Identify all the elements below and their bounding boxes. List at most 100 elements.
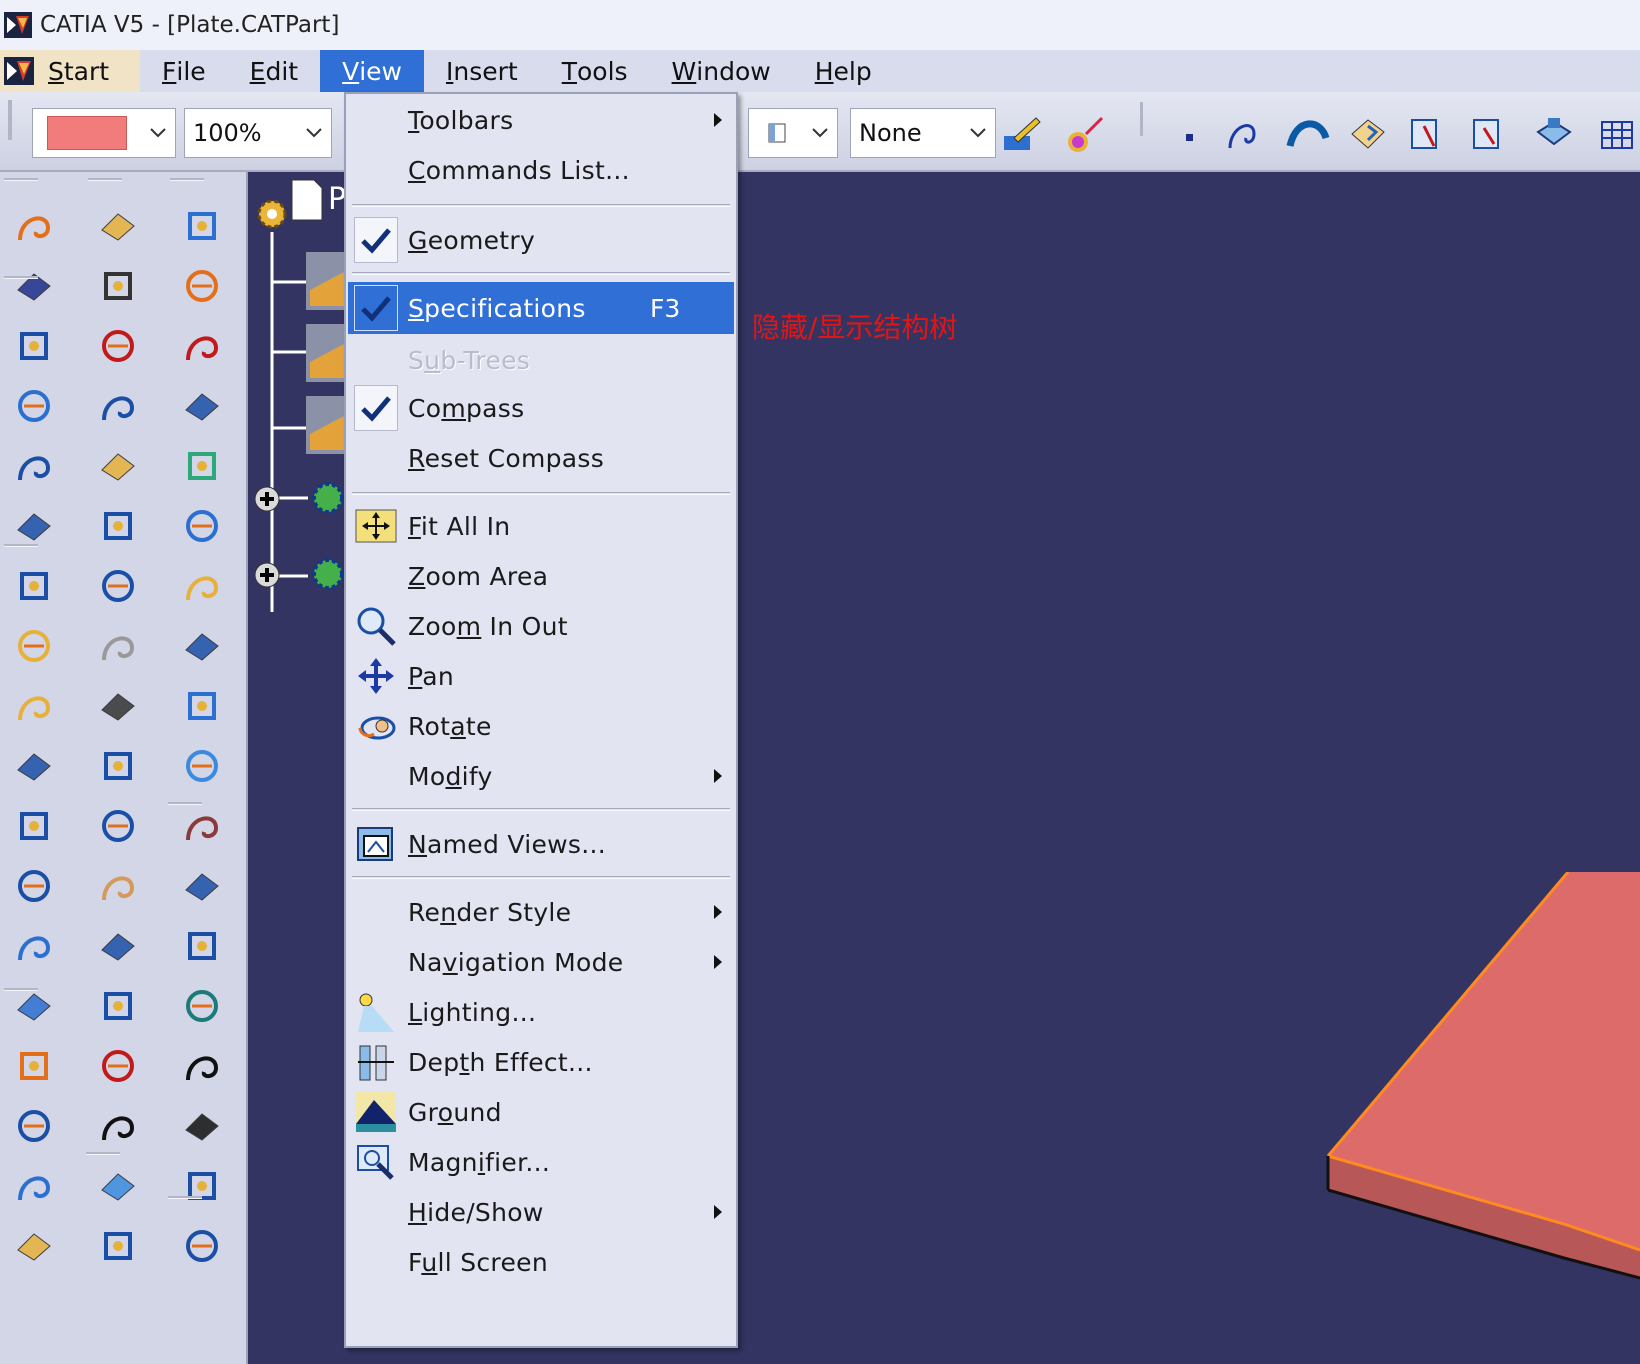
root-gear-icon[interactable] [252, 194, 292, 234]
part-document-icon[interactable] [288, 178, 324, 222]
palette-extract-icon[interactable] [10, 922, 58, 970]
palette-draft-icon[interactable] [94, 802, 142, 850]
body-gear-icon[interactable] [308, 550, 348, 598]
menu-item-reset-compass[interactable]: Reset Compass [348, 432, 734, 484]
palette-corner-icon[interactable] [10, 562, 58, 610]
menu-item-navigation-mode[interactable]: Navigation Mode [348, 936, 734, 988]
palette-axis-system-icon[interactable] [94, 922, 142, 970]
palette-rewind-icon[interactable] [178, 1042, 226, 1090]
menu-item-modify[interactable]: Modify [348, 750, 734, 802]
chevron-down-icon[interactable] [297, 109, 331, 157]
menu-start[interactable]: Start [0, 50, 140, 92]
chevron-down-icon[interactable] [961, 109, 995, 157]
spline-icon[interactable] [1224, 112, 1268, 156]
pad-icon[interactable] [1346, 112, 1390, 156]
palette-stack-icon[interactable] [178, 1162, 226, 1210]
menu-item-render-style[interactable]: Render Style [348, 886, 734, 938]
menu-item-ground[interactable]: Ground [348, 1086, 734, 1138]
palette-curve-icon[interactable] [10, 862, 58, 910]
menu-item-depth-effect[interactable]: Depth Effect... [348, 1036, 734, 1088]
menu-view[interactable]: View [320, 50, 424, 92]
assembly-icon[interactable] [1532, 112, 1576, 156]
body-gear-icon[interactable] [308, 474, 348, 522]
menu-item-named-views[interactable]: Named Views... [348, 818, 734, 870]
palette-blend-icon[interactable] [10, 1042, 58, 1090]
plate-part[interactable] [1308, 872, 1640, 1364]
palette-hand-icon[interactable] [94, 682, 142, 730]
palette-hand-tool-icon[interactable] [178, 862, 226, 910]
palette-cube-icon[interactable] [94, 982, 142, 1030]
palette-measure-icon[interactable] [94, 502, 142, 550]
menu-item-geometry[interactable]: Geometry [348, 214, 734, 266]
menu-window[interactable]: Window [650, 50, 793, 92]
grid-icon[interactable] [1596, 112, 1640, 156]
palette-spiral-icon[interactable] [10, 742, 58, 790]
palette-fill-icon[interactable] [10, 1162, 58, 1210]
palette-point-icon[interactable] [10, 262, 58, 310]
palette-line-icon[interactable] [10, 322, 58, 370]
point-icon[interactable] [1168, 112, 1212, 156]
palette-bars-icon[interactable] [178, 262, 226, 310]
plane-icon[interactable] [304, 322, 348, 384]
palette-hole-icon[interactable] [94, 322, 142, 370]
toolbar-grip[interactable] [8, 100, 12, 140]
layer-combo[interactable] [748, 108, 838, 158]
chevron-down-icon[interactable] [141, 109, 175, 157]
palette-query-icon[interactable] [94, 442, 142, 490]
menu-item-hide-show[interactable]: Hide/Show [348, 1186, 734, 1238]
menu-item-toolbars[interactable]: Toolbars [348, 94, 734, 146]
menu-item-rotate[interactable]: Rotate [348, 700, 734, 752]
palette-projection-icon[interactable] [10, 802, 58, 850]
menu-help[interactable]: Help [793, 50, 894, 92]
menu-item-full-screen[interactable]: Full Screen [348, 1236, 734, 1288]
menu-tools[interactable]: Tools [540, 50, 650, 92]
copy-format-icon[interactable] [1064, 112, 1108, 156]
style-combo[interactable]: None [850, 108, 996, 158]
palette-surface-icon[interactable] [178, 442, 226, 490]
palette-rotate-icon[interactable] [94, 1102, 142, 1150]
palette-loft-icon[interactable] [10, 1222, 58, 1270]
palette-plane-icon[interactable] [10, 382, 58, 430]
palette-mirror-icon[interactable] [94, 1162, 142, 1210]
zoom-combo[interactable]: 100% [184, 108, 332, 158]
surface-icon[interactable] [1286, 112, 1330, 156]
expand-icon[interactable] [252, 560, 282, 590]
chevron-down-icon[interactable] [803, 109, 837, 157]
menu-item-zoom-area[interactable]: Zoom Area [348, 550, 734, 602]
palette-flag-icon[interactable] [178, 382, 226, 430]
palette-connect-icon[interactable] [10, 622, 58, 670]
palette-gear-icon[interactable] [178, 1222, 226, 1270]
menu-item-specifications[interactable]: Specifications F3 [348, 282, 734, 334]
palette-arrows-icon[interactable] [178, 562, 226, 610]
menu-file[interactable]: File [140, 50, 228, 92]
color-combo[interactable] [32, 108, 176, 158]
palette-helix-icon[interactable] [10, 682, 58, 730]
palette-pattern-icon[interactable] [94, 1222, 142, 1270]
palette-ribbon-icon[interactable] [178, 502, 226, 550]
palette-map-icon[interactable] [178, 622, 226, 670]
palette-fillet-icon[interactable] [94, 742, 142, 790]
palette-select-icon[interactable] [10, 202, 58, 250]
plane-icon[interactable] [304, 394, 348, 456]
pocket-icon[interactable] [1404, 112, 1448, 156]
menu-item-compass[interactable]: Compass [348, 382, 734, 434]
palette-axis-icon[interactable] [94, 562, 142, 610]
menu-item-fit-all-in[interactable]: Fit All In [348, 500, 734, 552]
menu-item-commands-list[interactable]: Commands List... [348, 144, 734, 196]
menu-item-lighting[interactable]: Lighting... [348, 986, 734, 1038]
palette-cylinder-icon[interactable] [94, 262, 142, 310]
palette-magnet-icon[interactable] [178, 922, 226, 970]
plane-icon[interactable] [304, 250, 348, 312]
palette-cat-icon[interactable] [178, 682, 226, 730]
menu-item-pan[interactable]: Pan [348, 650, 734, 702]
palette-wave-icon[interactable] [178, 322, 226, 370]
palette-light-icon[interactable] [178, 742, 226, 790]
shaft-icon[interactable] [1466, 112, 1510, 156]
palette-grid-icon[interactable] [94, 1042, 142, 1090]
palette-pad-icon[interactable] [94, 202, 142, 250]
palette-fast-forward-icon[interactable] [178, 1102, 226, 1150]
palette-torus-icon[interactable] [94, 622, 142, 670]
menu-edit[interactable]: Edit [228, 50, 320, 92]
palette-shell-icon[interactable] [94, 862, 142, 910]
palette-scan-icon[interactable] [178, 802, 226, 850]
